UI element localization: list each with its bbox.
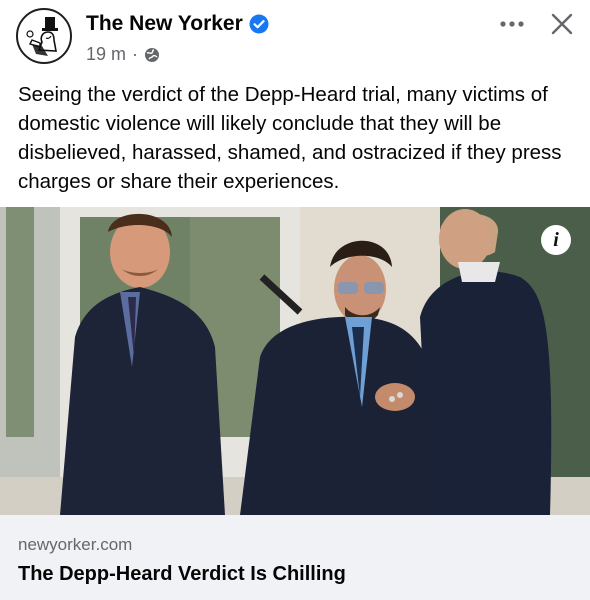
verified-badge-icon [249, 14, 269, 34]
info-icon: i [553, 228, 559, 251]
post-text: Seeing the verdict of the Depp-Heard tri… [18, 83, 562, 193]
post-meta: 19 m · [86, 44, 160, 65]
close-icon [551, 13, 573, 35]
page-name[interactable]: The New Yorker [86, 12, 269, 36]
page-name-text[interactable]: The New Yorker [86, 12, 243, 36]
page-avatar[interactable] [16, 8, 72, 64]
close-button[interactable] [546, 8, 578, 40]
more-options-button[interactable] [494, 12, 530, 36]
meta-separator: · [132, 44, 139, 64]
globe-icon [145, 47, 160, 62]
new-yorker-logo [26, 17, 58, 56]
link-headline[interactable]: The Depp-Heard Verdict Is Chilling [18, 563, 346, 586]
more-options-icon [500, 21, 524, 27]
post-header: The New Yorker 19 m · [0, 0, 590, 72]
post-timestamp[interactable]: 19 m [86, 44, 126, 65]
info-button[interactable]: i [541, 225, 571, 255]
link-preview-card[interactable]: newyorker.com The Depp-Heard Verdict Is … [0, 515, 590, 600]
link-domain: newyorker.com [18, 535, 133, 554]
post-image[interactable]: i [0, 207, 590, 515]
photo-illustration [0, 207, 590, 515]
